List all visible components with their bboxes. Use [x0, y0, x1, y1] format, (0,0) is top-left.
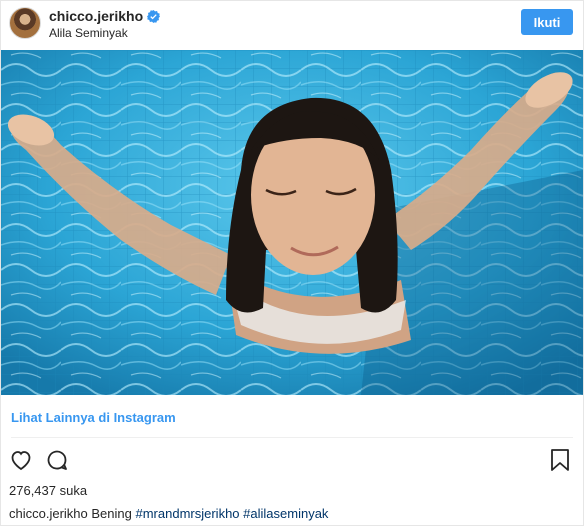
pool-photo-illustration — [1, 50, 583, 395]
verified-badge-icon — [147, 9, 161, 23]
comment-icon[interactable] — [45, 448, 69, 472]
avatar[interactable] — [9, 7, 41, 39]
follow-button[interactable]: Ikuti — [521, 9, 573, 35]
location[interactable]: Alila Seminyak — [49, 26, 128, 40]
caption-username[interactable]: chicco.jerikho — [9, 506, 88, 521]
see-more-link[interactable]: Lihat Lainnya di Instagram — [11, 410, 176, 425]
divider — [11, 437, 573, 438]
post-photo[interactable] — [1, 50, 583, 395]
heart-icon[interactable] — [9, 448, 33, 472]
post-header: chicco.jerikho Alila Seminyak Ikuti — [1, 1, 583, 49]
caption: chicco.jerikho Bening #mrandmrsjerikho #… — [9, 506, 328, 521]
username-row: chicco.jerikho — [49, 8, 161, 24]
instagram-embed-card: chicco.jerikho Alila Seminyak Ikuti Liha… — [0, 0, 584, 526]
bookmark-icon[interactable] — [549, 448, 571, 472]
hashtag-link[interactable]: #mrandmrsjerikho — [136, 506, 240, 521]
hashtag-link[interactable]: #alilaseminyak — [243, 506, 328, 521]
likes-count[interactable]: 276,437 suka — [9, 483, 87, 498]
caption-text: Bening — [91, 506, 132, 521]
username[interactable]: chicco.jerikho — [49, 8, 143, 24]
